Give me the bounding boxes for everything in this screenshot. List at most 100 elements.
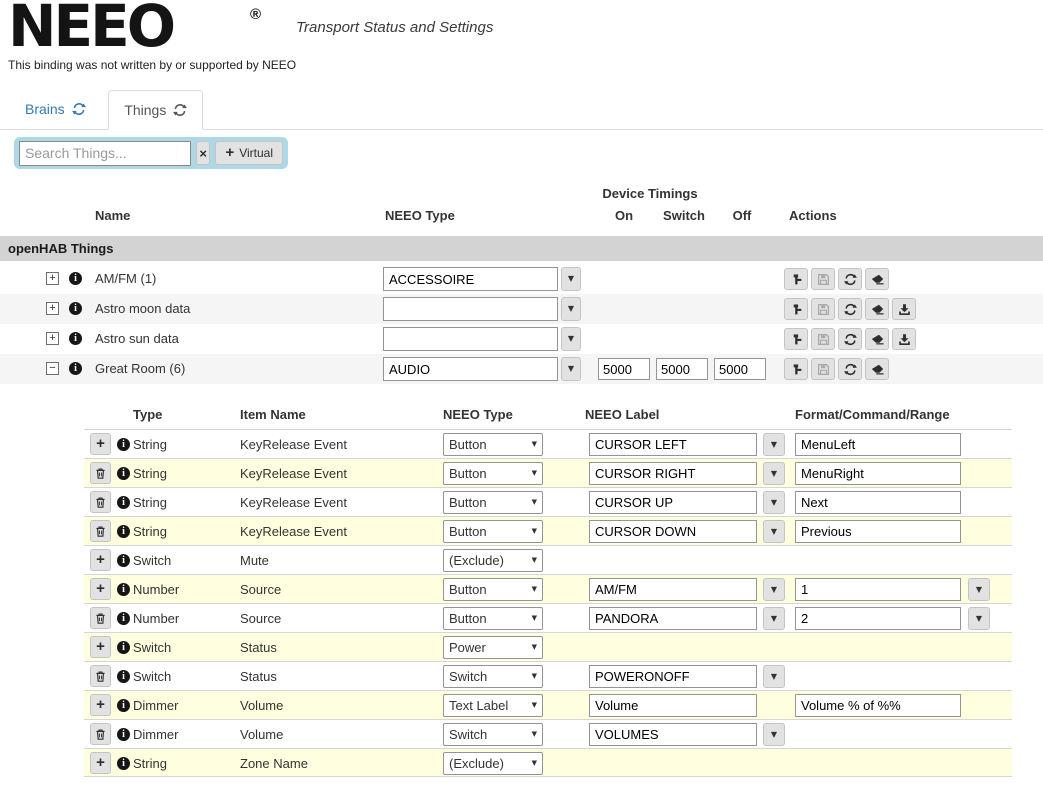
eraser-button[interactable] xyxy=(865,298,889,320)
neeo-type-input[interactable] xyxy=(383,297,558,321)
neeo-type-select[interactable]: Button ▼ xyxy=(443,578,543,601)
format-input[interactable] xyxy=(795,607,961,630)
hammer-button[interactable] xyxy=(784,298,808,320)
timing-off-input[interactable] xyxy=(714,358,766,380)
format-dropdown-button[interactable]: ▼ xyxy=(968,578,990,601)
neeo-label-input[interactable] xyxy=(589,433,757,456)
save-button[interactable] xyxy=(811,358,835,380)
neeo-type-select[interactable]: Text Label ▼ xyxy=(443,694,543,717)
neeo-type-dropdown-button[interactable]: ▼ xyxy=(561,357,581,381)
download-button[interactable] xyxy=(892,298,916,320)
add-channel-button[interactable]: + xyxy=(90,636,111,658)
format-input[interactable] xyxy=(795,694,961,717)
refresh-button[interactable] xyxy=(838,358,862,380)
add-channel-button[interactable]: + xyxy=(90,578,111,600)
save-button[interactable] xyxy=(811,328,835,350)
eraser-button[interactable] xyxy=(865,358,889,380)
format-input[interactable] xyxy=(795,578,961,601)
info-icon[interactable]: i xyxy=(117,554,130,567)
neeo-type-dropdown-button[interactable]: ▼ xyxy=(561,327,581,351)
neeo-type-select[interactable]: Button ▼ xyxy=(443,607,543,630)
add-virtual-button[interactable]: + Virtual xyxy=(215,141,283,165)
neeo-label-input[interactable] xyxy=(589,520,757,543)
add-channel-button[interactable]: + xyxy=(90,433,111,455)
info-icon[interactable]: i xyxy=(117,670,130,683)
hammer-button[interactable] xyxy=(784,328,808,350)
label-dropdown-button[interactable]: ▼ xyxy=(763,433,785,456)
neeo-type-select[interactable]: Button ▼ xyxy=(443,433,543,456)
expand-icon[interactable]: + xyxy=(46,332,59,345)
neeo-type-input[interactable] xyxy=(383,267,558,291)
info-icon[interactable]: i xyxy=(69,302,82,315)
neeo-label-input[interactable] xyxy=(589,462,757,485)
format-input[interactable] xyxy=(795,462,961,485)
expand-icon[interactable]: + xyxy=(46,302,59,315)
neeo-type-dropdown-button[interactable]: ▼ xyxy=(561,267,581,291)
info-icon[interactable]: i xyxy=(117,728,130,741)
info-icon[interactable]: i xyxy=(69,332,82,345)
collapse-icon[interactable]: − xyxy=(46,362,59,375)
add-channel-button[interactable]: + xyxy=(90,549,111,571)
tab-brains[interactable]: Brains xyxy=(10,89,101,129)
refresh-button[interactable] xyxy=(838,268,862,290)
neeo-label-input[interactable] xyxy=(589,694,757,717)
neeo-type-select[interactable]: (Exclude) ▼ xyxy=(443,549,543,572)
delete-channel-button[interactable] xyxy=(90,665,111,687)
neeo-type-input[interactable] xyxy=(383,357,558,381)
neeo-type-select[interactable]: Switch ▼ xyxy=(443,665,543,688)
neeo-type-input[interactable] xyxy=(383,327,558,351)
download-button[interactable] xyxy=(892,328,916,350)
neeo-type-select[interactable]: Button ▼ xyxy=(443,520,543,543)
label-dropdown-button[interactable]: ▼ xyxy=(763,665,785,688)
delete-channel-button[interactable] xyxy=(90,723,111,745)
info-icon[interactable]: i xyxy=(117,583,130,596)
label-dropdown-button[interactable]: ▼ xyxy=(763,723,785,746)
timing-switch-input[interactable] xyxy=(656,358,708,380)
label-dropdown-button[interactable]: ▼ xyxy=(763,578,785,601)
delete-channel-button[interactable] xyxy=(90,520,111,542)
delete-channel-button[interactable] xyxy=(90,462,111,484)
hammer-button[interactable] xyxy=(784,268,808,290)
neeo-label-input[interactable] xyxy=(589,723,757,746)
neeo-label-input[interactable] xyxy=(589,578,757,601)
refresh-icon[interactable] xyxy=(173,103,187,117)
label-dropdown-button[interactable]: ▼ xyxy=(763,491,785,514)
refresh-button[interactable] xyxy=(838,298,862,320)
tab-things[interactable]: Things xyxy=(108,90,204,130)
info-icon[interactable]: i xyxy=(69,362,82,375)
info-icon[interactable]: i xyxy=(117,525,130,538)
format-input[interactable] xyxy=(795,433,961,456)
neeo-label-input[interactable] xyxy=(589,491,757,514)
info-icon[interactable]: i xyxy=(69,272,82,285)
info-icon[interactable]: i xyxy=(117,467,130,480)
neeo-type-dropdown-button[interactable]: ▼ xyxy=(561,297,581,321)
expand-icon[interactable]: + xyxy=(46,272,59,285)
add-channel-button[interactable]: + xyxy=(90,752,111,774)
eraser-button[interactable] xyxy=(865,328,889,350)
format-input[interactable] xyxy=(795,520,961,543)
info-icon[interactable]: i xyxy=(117,612,130,625)
refresh-button[interactable] xyxy=(838,328,862,350)
search-input[interactable] xyxy=(19,140,191,166)
delete-channel-button[interactable] xyxy=(90,491,111,513)
neeo-type-select[interactable]: (Exclude) ▼ xyxy=(443,752,543,775)
format-dropdown-button[interactable]: ▼ xyxy=(968,607,990,630)
label-dropdown-button[interactable]: ▼ xyxy=(763,520,785,543)
label-dropdown-button[interactable]: ▼ xyxy=(763,462,785,485)
clear-search-button[interactable]: × xyxy=(196,141,211,165)
info-icon[interactable]: i xyxy=(117,757,130,770)
refresh-icon[interactable] xyxy=(72,102,86,116)
save-button[interactable] xyxy=(811,268,835,290)
neeo-type-select[interactable]: Button ▼ xyxy=(443,462,543,485)
info-icon[interactable]: i xyxy=(117,438,130,451)
eraser-button[interactable] xyxy=(865,268,889,290)
delete-channel-button[interactable] xyxy=(90,607,111,629)
add-channel-button[interactable]: + xyxy=(90,694,111,716)
neeo-type-select[interactable]: Button ▼ xyxy=(443,491,543,514)
neeo-label-input[interactable] xyxy=(589,665,757,688)
save-button[interactable] xyxy=(811,298,835,320)
info-icon[interactable]: i xyxy=(117,641,130,654)
hammer-button[interactable] xyxy=(784,358,808,380)
neeo-label-input[interactable] xyxy=(589,607,757,630)
neeo-type-select[interactable]: Power ▼ xyxy=(443,636,543,659)
